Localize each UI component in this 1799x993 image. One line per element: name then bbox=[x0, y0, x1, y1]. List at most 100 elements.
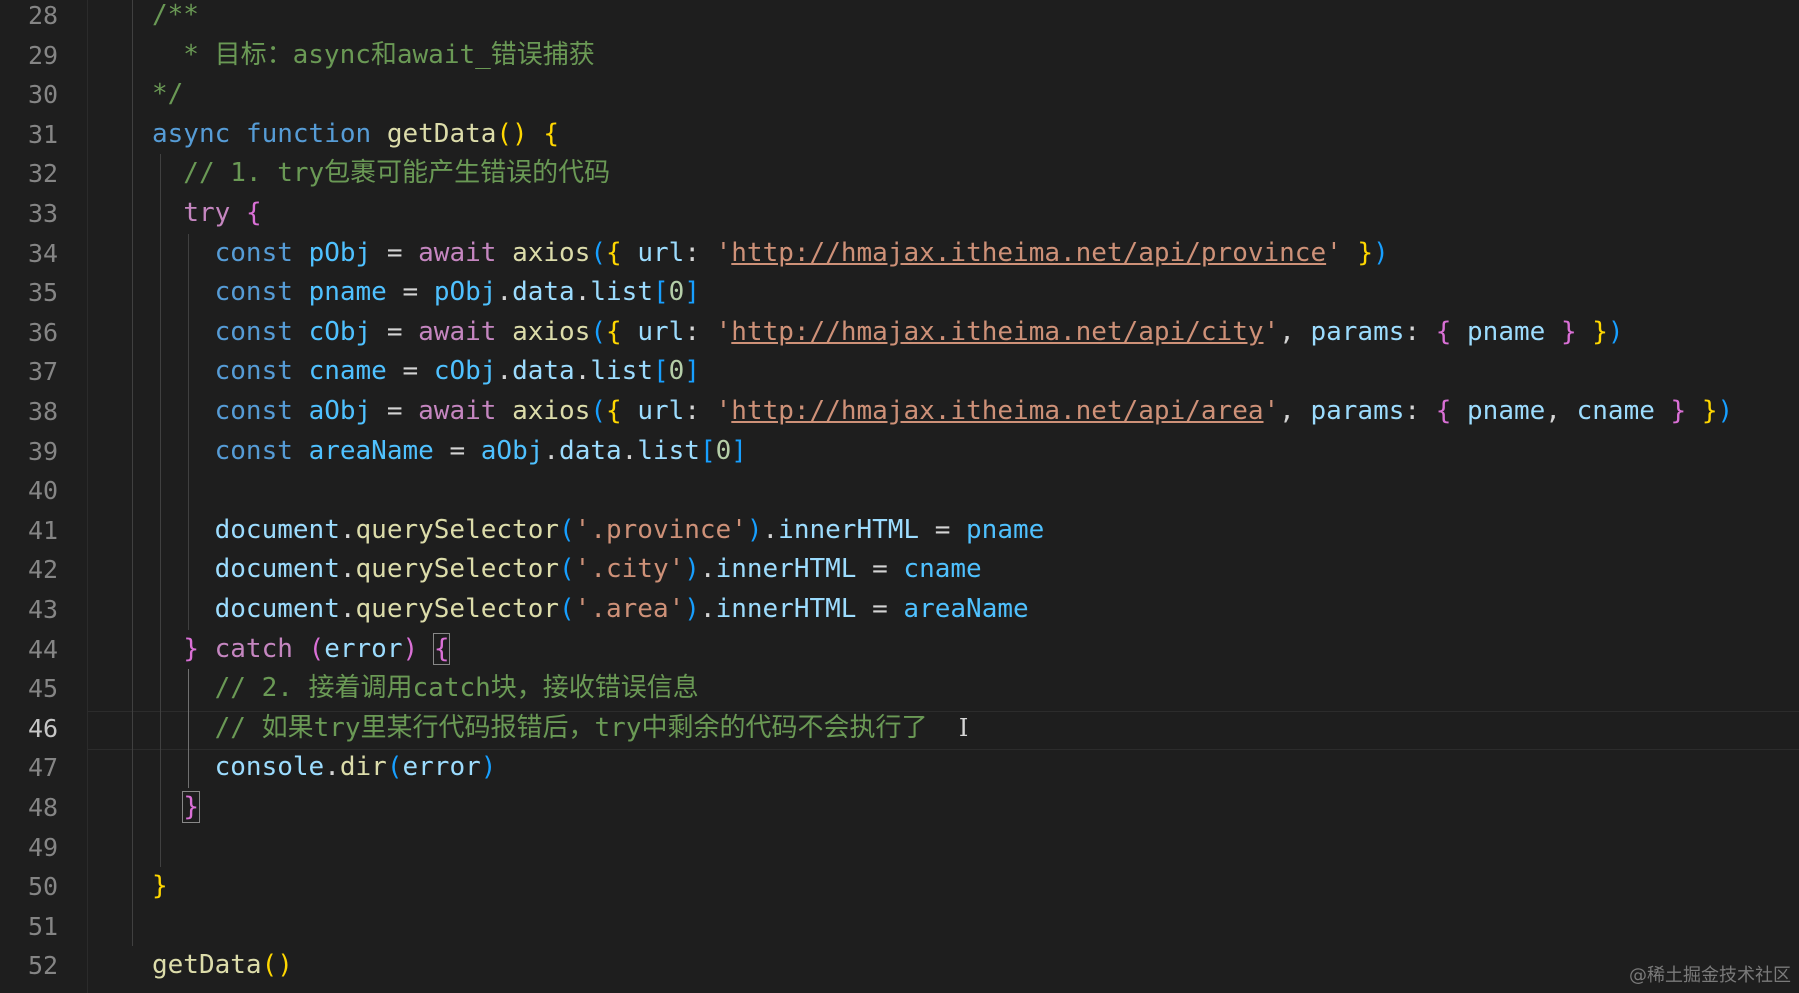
line-number: 40 bbox=[27, 476, 59, 506]
code-token: pname bbox=[308, 277, 387, 308]
code-line[interactable]: const cname = cObj.data.list[0] bbox=[152, 352, 700, 392]
line-number: 45 bbox=[27, 674, 59, 704]
code-token: ( bbox=[308, 633, 325, 664]
code-token: . bbox=[621, 435, 638, 466]
code-token: console bbox=[214, 752, 325, 783]
code-token: , bbox=[1279, 396, 1311, 426]
code-token: const bbox=[214, 435, 293, 466]
code-token: [ bbox=[653, 356, 669, 387]
code-line[interactable]: const cObj = await axios({ url: 'http://… bbox=[152, 313, 1624, 353]
code-line[interactable]: // 1. try包裹可能产生错误的代码 bbox=[152, 154, 610, 194]
code-line[interactable]: } catch (error) { bbox=[152, 630, 451, 670]
code-token: getData bbox=[152, 950, 262, 981]
code-token: url bbox=[637, 396, 685, 426]
code-token: const bbox=[214, 356, 293, 387]
line-number: 39 bbox=[27, 436, 59, 466]
line-number: 32 bbox=[27, 159, 59, 189]
code-token: { bbox=[543, 118, 560, 149]
code-token: http://hmajax.itheima.net/api/area bbox=[731, 396, 1264, 426]
code-token: http://hmajax.itheima.net/api/city bbox=[731, 316, 1264, 347]
code-token: { bbox=[432, 632, 451, 665]
code-token: '.city' bbox=[574, 554, 685, 585]
code-line[interactable]: const pObj = await axios({ url: 'http://… bbox=[152, 234, 1389, 274]
code-token: http://hmajax.itheima.net/api/province bbox=[731, 237, 1327, 268]
code-token: areaName bbox=[308, 435, 434, 466]
code-token: cname bbox=[1576, 396, 1655, 426]
code-line[interactable]: const pname = pObj.data.list[0] bbox=[152, 273, 700, 313]
code-token: ' bbox=[1263, 316, 1280, 347]
code-token: { bbox=[245, 198, 262, 228]
code-token: const bbox=[214, 316, 293, 347]
code-token: { bbox=[606, 396, 622, 426]
code-line[interactable]: document.querySelector('.city').innerHTM… bbox=[152, 550, 982, 590]
code-token: ) bbox=[1373, 237, 1389, 268]
line-number: 35 bbox=[27, 278, 59, 308]
code-line[interactable]: * 目标：async和await_错误捕获 bbox=[152, 36, 595, 76]
code-line[interactable]: } bbox=[152, 867, 168, 907]
line-number: 51 bbox=[27, 911, 59, 941]
code-token: params bbox=[1310, 396, 1405, 426]
code-token: 0 bbox=[668, 356, 685, 387]
code-line[interactable]: document.querySelector('.province').inne… bbox=[152, 511, 1045, 551]
line-number: 41 bbox=[27, 515, 59, 545]
code-token: . bbox=[339, 514, 356, 545]
code-token: } bbox=[183, 633, 199, 664]
code-token: const bbox=[214, 237, 293, 268]
code-token: = bbox=[856, 554, 904, 585]
code-line[interactable]: const areaName = aObj.data.list[0] bbox=[152, 432, 747, 472]
code-token: aObj bbox=[308, 396, 372, 426]
code-line[interactable]: getData() bbox=[152, 946, 293, 986]
code-token: , bbox=[1545, 396, 1577, 426]
code-token: cname bbox=[308, 356, 387, 387]
code-token: pname bbox=[1467, 316, 1546, 347]
code-token: pname bbox=[966, 514, 1045, 545]
code-token: */ bbox=[152, 79, 184, 110]
code-line[interactable]: document.querySelector('.area').innerHTM… bbox=[152, 590, 1029, 630]
code-line[interactable]: console.dir(error) bbox=[152, 748, 497, 788]
code-editor[interactable]: 28 29 30 31 32 33 34 35 36 37 38 39 40 41 42 43 44 45 46 47… bbox=[0, 0, 1799, 993]
line-number: 38 bbox=[27, 397, 59, 426]
code-line[interactable]: /** bbox=[152, 0, 199, 36]
code-line[interactable]: // 2. 接着调用catch块，接收错误信息 bbox=[152, 669, 699, 709]
code-token: : bbox=[1404, 316, 1436, 347]
code-token: . bbox=[339, 554, 356, 585]
code-token: ' bbox=[715, 237, 732, 268]
text-cursor-icon: I bbox=[958, 713, 969, 742]
code-token: { bbox=[1435, 396, 1452, 426]
code-token: ] bbox=[684, 356, 700, 387]
code-line[interactable]: const aObj = await axios({ url: 'http://… bbox=[152, 392, 1734, 432]
code-token: cObj bbox=[433, 356, 497, 387]
code-token: cname bbox=[903, 554, 982, 585]
code-token: = bbox=[371, 396, 419, 426]
code-token: = bbox=[386, 356, 434, 387]
code-line[interactable]: */ bbox=[152, 75, 183, 115]
code-token: try bbox=[183, 198, 231, 228]
code-token: pObj bbox=[433, 277, 497, 308]
code-token: querySelector bbox=[355, 554, 560, 585]
code-token: '.area' bbox=[574, 594, 685, 624]
code-token: error bbox=[324, 633, 403, 664]
code-line[interactable]: async function getData() { bbox=[152, 115, 559, 155]
line-number: 36 bbox=[27, 317, 59, 347]
code-token: . bbox=[543, 435, 560, 466]
code-token: . bbox=[324, 752, 340, 783]
code-token: const bbox=[214, 396, 293, 426]
code-line[interactable]: try { bbox=[152, 194, 262, 234]
code-line[interactable]: } bbox=[152, 788, 200, 828]
code-token: // 2. 接着调用catch块，接收错误信息 bbox=[152, 673, 699, 704]
code-line[interactable]: // 如果try里某行代码报错后，try中剩余的代码不会执行了 I bbox=[152, 709, 969, 749]
